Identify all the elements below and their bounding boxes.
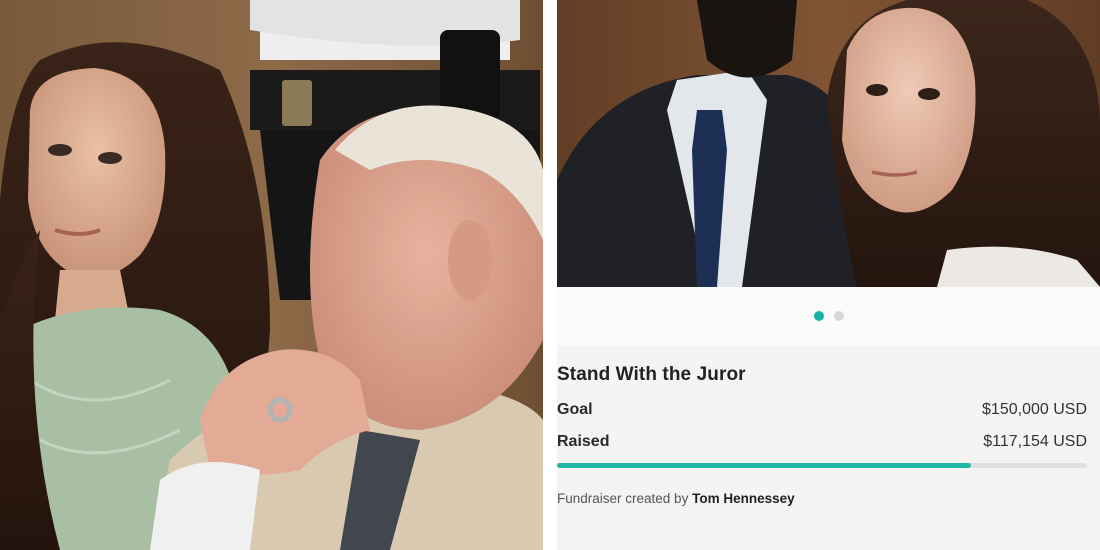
carousel-dot-2[interactable] bbox=[833, 311, 844, 321]
raised-row: Raised $117,154 USD bbox=[557, 433, 1087, 451]
progress-bar-fill bbox=[557, 463, 971, 468]
creator-line: Fundraiser created by Tom Hennessey bbox=[557, 491, 795, 506]
creator-prefix: Fundraiser created by bbox=[557, 491, 689, 506]
raised-label: Raised bbox=[557, 433, 610, 450]
courtroom-photo-right[interactable] bbox=[557, 0, 1100, 287]
page: Stand With the Juror Goal $150,000 USD R… bbox=[0, 0, 1100, 550]
goal-label: Goal bbox=[557, 401, 593, 418]
fundraiser-card: Stand With the Juror Goal $150,000 USD R… bbox=[557, 345, 1100, 550]
goal-row: Goal $150,000 USD bbox=[557, 401, 1087, 419]
photo-left-illustration bbox=[0, 0, 543, 550]
raised-value: $117,154 USD bbox=[983, 433, 1087, 450]
photo-right-illustration bbox=[557, 0, 1100, 287]
fundraiser-panel: Stand With the Juror Goal $150,000 USD R… bbox=[557, 0, 1100, 550]
progress-bar bbox=[557, 463, 1087, 468]
courtroom-photo-left bbox=[0, 0, 543, 550]
carousel-dot-1[interactable] bbox=[813, 311, 824, 321]
carousel-indicators bbox=[557, 287, 1100, 345]
creator-name-link[interactable]: Tom Hennessey bbox=[692, 491, 795, 506]
fundraiser-title[interactable]: Stand With the Juror bbox=[557, 364, 746, 386]
goal-value: $150,000 USD bbox=[982, 401, 1087, 418]
